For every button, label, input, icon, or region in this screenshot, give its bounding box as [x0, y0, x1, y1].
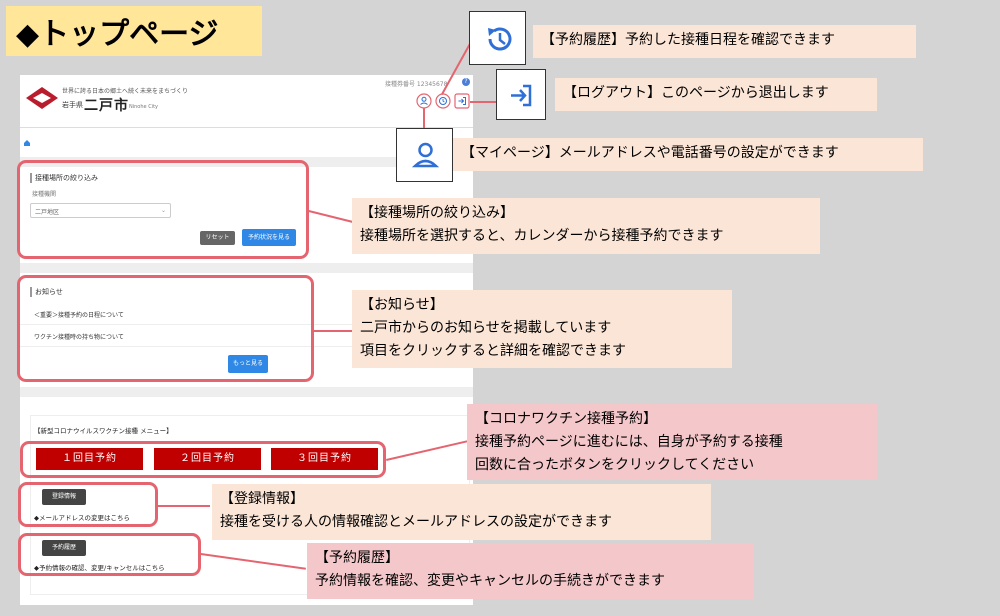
news-callout-title: 【お知らせ】 [360, 297, 444, 313]
mypage-callout: 【マイページ】メールアドレスや電話番号の設定ができます [453, 138, 923, 171]
registration-highlight [18, 482, 158, 527]
logout-callout: 【ログアウト】このページから退出します [555, 78, 877, 111]
vaccine-callout-text: 接種予約ページに進むには、自身が予約する接種 [475, 434, 783, 450]
news-callout-text: 二戸市からのお知らせを掲載しています [360, 320, 612, 336]
vaccine-callout-text: 回数に合ったボタンをクリックしてください [475, 457, 755, 473]
menu-title: 【新型コロナウイルスワクチン接種 メニュー】 [34, 427, 173, 435]
city-tagline: 世界に誇る日本の郷土へ続く未来をまちづくり [62, 88, 189, 95]
logout-icon [511, 84, 532, 107]
history-icon-enlarged [469, 11, 526, 65]
mypage-connector [423, 108, 425, 130]
city-logo-icon [26, 87, 58, 109]
user-icon [411, 142, 440, 168]
registration-callout-title: 【登録情報】 [220, 491, 304, 507]
history-icon[interactable] [435, 93, 451, 109]
prefecture-name: 岩手県 [62, 101, 83, 109]
ticket-number: 接種券番号 12345678 [385, 81, 448, 88]
mypage-icon-enlarged [396, 128, 453, 182]
news-highlight [17, 275, 314, 382]
news-callout-text: 項目をクリックすると詳細を確認できます [360, 343, 626, 359]
registration-callout: 【登録情報】 接種を受ける人の情報確認とメールアドレスの設定ができます [212, 484, 711, 540]
filter-highlight [17, 160, 309, 259]
filter-callout-title: 【接種場所の絞り込み】 [360, 205, 514, 221]
city-name-en: Ninohe City [129, 104, 158, 110]
help-icon[interactable]: ? [462, 78, 470, 86]
section-divider [20, 263, 473, 273]
reservation-callout-text: 予約情報を確認、変更やキャンセルの手続きができます [315, 573, 665, 589]
reservation-callout-title: 【予約履歴】 [315, 550, 399, 566]
vaccine-callout-title: 【コロナワクチン接種予約】 [475, 411, 657, 427]
logout-icon[interactable] [454, 93, 470, 109]
registration-callout-text: 接種を受ける人の情報確認とメールアドレスの設定ができます [220, 514, 612, 530]
page-heading: ◆トップページ [6, 6, 262, 56]
city-name: 二戸市 [84, 98, 129, 114]
logout-connector [470, 101, 496, 103]
reservation-highlight [18, 533, 201, 576]
filter-callout-text: 接種場所を選択すると、カレンダーから接種予約できます [360, 228, 724, 244]
filter-callout: 【接種場所の絞り込み】 接種場所を選択すると、カレンダーから接種予約できます [352, 198, 820, 254]
section-divider [20, 387, 473, 397]
mypage-icon[interactable] [416, 93, 432, 109]
dose-buttons-highlight [20, 441, 386, 478]
registration-connector [158, 505, 210, 507]
logout-icon-enlarged [496, 69, 546, 120]
news-connector [314, 330, 352, 332]
home-icon[interactable] [23, 139, 31, 147]
history-callout: 【予約履歴】予約した接種日程を確認できます [533, 25, 916, 58]
app-header: 世界に誇る日本の郷土へ続く未来をまちづくり 岩手県 二戸市 Ninohe Cit… [20, 75, 473, 125]
history-icon [488, 27, 512, 51]
reservation-callout: 【予約履歴】 予約情報を確認、変更やキャンセルの手続きができます [307, 543, 754, 599]
vaccine-callout: 【コロナワクチン接種予約】 接種予約ページに進むには、自身が予約する接種 回数に… [467, 404, 877, 480]
news-callout: 【お知らせ】 二戸市からのお知らせを掲載しています 項目をクリックすると詳細を確… [352, 290, 732, 368]
